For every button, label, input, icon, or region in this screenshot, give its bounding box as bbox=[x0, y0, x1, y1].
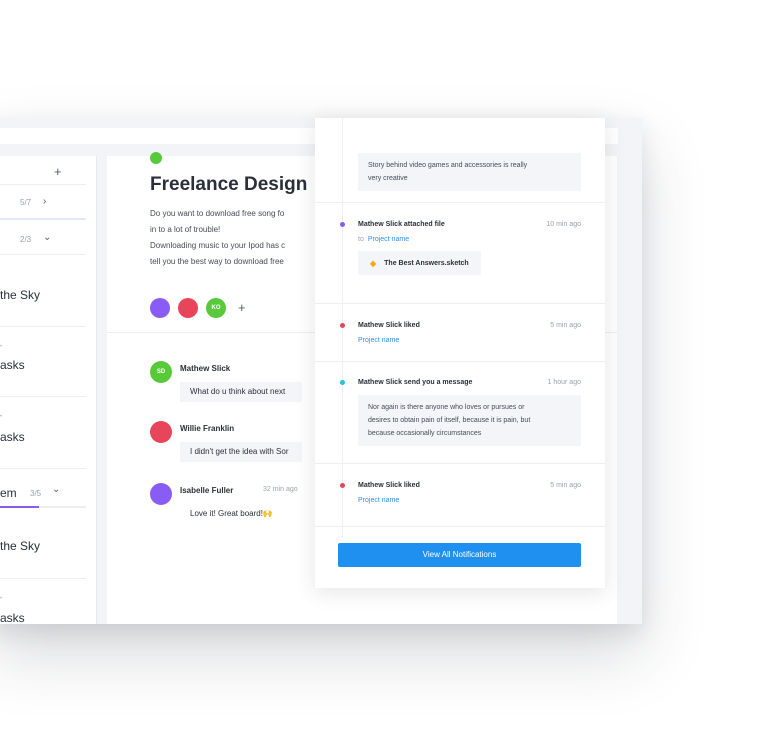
notification-title: Mathew Slick liked bbox=[358, 322, 420, 329]
chevron-down-icon[interactable]: ⌄ bbox=[52, 484, 60, 495]
message-text: I didn't get the idea with Sor bbox=[180, 442, 302, 462]
notification-dot bbox=[340, 323, 345, 328]
divider bbox=[0, 396, 86, 397]
message-author[interactable]: Willie Franklin bbox=[180, 424, 234, 433]
preview-line: Story behind video games and accessories… bbox=[368, 162, 528, 169]
attached-file[interactable]: ◆ The Best Answers.sketch bbox=[358, 251, 481, 275]
project-link[interactable]: Project name bbox=[358, 337, 399, 344]
message-text: Love it! Great board!🙌 bbox=[180, 504, 290, 524]
avatar[interactable] bbox=[178, 298, 198, 318]
project-link[interactable]: Project name bbox=[368, 236, 409, 243]
timeline-line bbox=[342, 118, 343, 538]
divider bbox=[315, 463, 605, 464]
notification-time: 1 hour ago bbox=[547, 379, 581, 386]
sidebar-item-title[interactable]: em bbox=[0, 486, 17, 500]
notification-preview: Story behind video games and accessories… bbox=[358, 153, 581, 191]
file-name: The Best Answers.sketch bbox=[384, 259, 469, 267]
preview-line: because occasionally circumstances bbox=[368, 430, 482, 437]
description-line: Downloading music to your Ipod has c bbox=[150, 241, 286, 250]
project-description: Do you want to download free song fo in … bbox=[150, 206, 320, 270]
divider bbox=[0, 184, 86, 185]
page-title: Freelance Design bbox=[150, 174, 308, 195]
notification-time: 10 min ago bbox=[546, 221, 581, 228]
sidebar-item-title[interactable]: the Sky bbox=[0, 539, 40, 553]
description-line: in to a lot of trouble! bbox=[150, 225, 221, 234]
notification-dot bbox=[340, 222, 345, 227]
notification-title: Mathew Slick liked bbox=[358, 482, 420, 489]
divider bbox=[0, 326, 86, 327]
message-author[interactable]: Isabelle Fuller bbox=[180, 486, 233, 495]
add-member-icon[interactable]: + bbox=[238, 300, 246, 315]
message-text: What do u think about next bbox=[180, 382, 302, 402]
sidebar-item-meta: • bbox=[0, 596, 3, 602]
message-author[interactable]: Mathew Slick bbox=[180, 364, 230, 373]
project-link[interactable]: Project name bbox=[358, 497, 399, 504]
notifications-panel: Story behind video games and accessories… bbox=[315, 118, 605, 588]
sidebar-row-count: 3/5 bbox=[30, 489, 42, 498]
notification-time: 5 min ago bbox=[550, 322, 581, 329]
sidebar-item-meta: • bbox=[0, 414, 3, 420]
divider bbox=[315, 202, 605, 203]
description-line: tell you the best way to download free bbox=[150, 257, 284, 266]
sidebar-item-title[interactable]: asks bbox=[0, 611, 25, 624]
chevron-right-icon[interactable]: › bbox=[43, 196, 46, 207]
sidebar-item-title[interactable]: asks bbox=[0, 430, 25, 444]
to-label: to bbox=[358, 236, 364, 243]
avatar[interactable]: SD bbox=[150, 361, 172, 383]
sidebar-row-count: 2/3 bbox=[20, 235, 32, 244]
notification-title: Mathew Slick attached file bbox=[358, 221, 445, 228]
message-preview: Nor again is there anyone who loves or p… bbox=[358, 395, 581, 446]
add-project-icon[interactable]: + bbox=[54, 164, 62, 179]
preview-line: Nor again is there anyone who loves or p… bbox=[368, 404, 525, 411]
project-status-dot bbox=[150, 152, 162, 164]
divider bbox=[0, 578, 86, 579]
chevron-down-icon[interactable]: ⌄ bbox=[43, 232, 51, 243]
progress-line bbox=[0, 218, 86, 220]
notification-title: Mathew Slick send you a message bbox=[358, 379, 473, 386]
sidebar: + 5/7 › 2/3 ⌄ the Sky • asks • asks em 3… bbox=[0, 156, 97, 624]
description-line: Do you want to download free song fo bbox=[150, 209, 285, 218]
divider bbox=[0, 468, 86, 469]
avatar[interactable]: KO bbox=[206, 298, 226, 318]
preview-line: very creative bbox=[368, 175, 408, 182]
notification-dot bbox=[340, 380, 345, 385]
sidebar-item-title[interactable]: asks bbox=[0, 358, 25, 372]
notification-dot bbox=[340, 483, 345, 488]
avatar[interactable] bbox=[150, 298, 170, 318]
notification-link-row: to Project name bbox=[358, 236, 409, 243]
sidebar-item-meta: • bbox=[0, 344, 3, 350]
avatar[interactable] bbox=[150, 421, 172, 443]
preview-line: desires to obtain pain of itself, becaus… bbox=[368, 417, 531, 424]
divider bbox=[315, 303, 605, 304]
sidebar-row-count: 5/7 bbox=[20, 198, 32, 207]
divider bbox=[315, 361, 605, 362]
notification-time: 5 min ago bbox=[550, 482, 581, 489]
progress-fill bbox=[0, 506, 39, 508]
divider bbox=[315, 526, 605, 527]
sidebar-item-title[interactable]: the Sky bbox=[0, 288, 40, 302]
divider bbox=[0, 254, 86, 255]
view-all-notifications-button[interactable]: View All Notifications bbox=[338, 543, 581, 567]
avatar[interactable] bbox=[150, 483, 172, 505]
message-time: 32 min ago bbox=[263, 486, 298, 493]
sketch-file-icon: ◆ bbox=[370, 258, 377, 268]
